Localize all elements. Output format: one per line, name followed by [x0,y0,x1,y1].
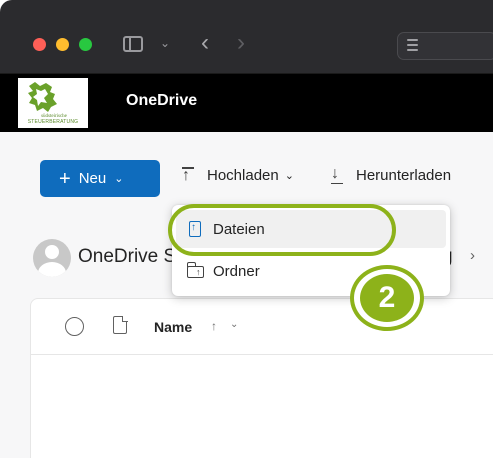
app-title[interactable]: OneDrive [126,92,197,110]
menu-item-folder-label: Ordner [213,262,260,280]
plus-icon: + [59,167,71,190]
chevron-down-icon[interactable]: ⌄ [230,319,238,330]
select-all-checkbox[interactable] [65,317,84,336]
company-logo[interactable]: südsteirische STEUERBERATUNG [18,78,88,128]
file-list: Name ↑ ⌄ [30,298,493,458]
upload-button[interactable]: Hochladen ⌄ [182,167,294,185]
avatar[interactable] [33,239,71,277]
column-header-name[interactable]: Name [154,319,192,335]
download-button-label: Herunterladen [356,167,452,184]
chevron-down-icon: ⌄ [114,173,124,185]
download-button[interactable]: Herunterladen [331,165,452,184]
browser-window: ⌄ ‹ › südsteirische STEUERBERATUNG OneDr… [0,0,493,458]
chevron-down-icon: ⌄ [284,170,294,182]
file-list-header: Name ↑ ⌄ [31,299,493,355]
forward-arrow-icon[interactable]: › [237,29,245,57]
tab-overview-icon [407,39,418,53]
logo-subtext: STEUERBERATUNG [27,119,79,125]
chevron-right-icon: › [470,247,475,264]
step-number: 2 [360,274,414,322]
panther-logo-icon [26,80,60,114]
upload-arrow-icon [182,167,194,185]
new-button-label: Neu [78,170,107,187]
folder-upload-icon [186,261,204,280]
highlight-ring [168,204,396,256]
download-arrow-icon [331,165,343,184]
file-type-icon [113,315,128,334]
sort-ascending-icon: ↑ [211,319,217,333]
back-arrow-icon[interactable]: ‹ [201,29,209,57]
browser-titlebar: ⌄ ‹ › [0,0,493,74]
chevron-down-icon[interactable]: ⌄ [160,36,170,50]
zoom-window-button[interactable] [79,38,92,51]
close-window-button[interactable] [33,38,46,51]
address-bar[interactable] [397,32,493,60]
upload-button-label: Hochladen [207,167,279,184]
breadcrumb-root[interactable]: OneDrive S [78,246,176,268]
minimize-window-button[interactable] [56,38,69,51]
sidebar-toggle-icon[interactable] [123,36,143,52]
step-badge: 2 [350,265,424,331]
new-button[interactable]: + Neu ⌄ [40,160,160,197]
